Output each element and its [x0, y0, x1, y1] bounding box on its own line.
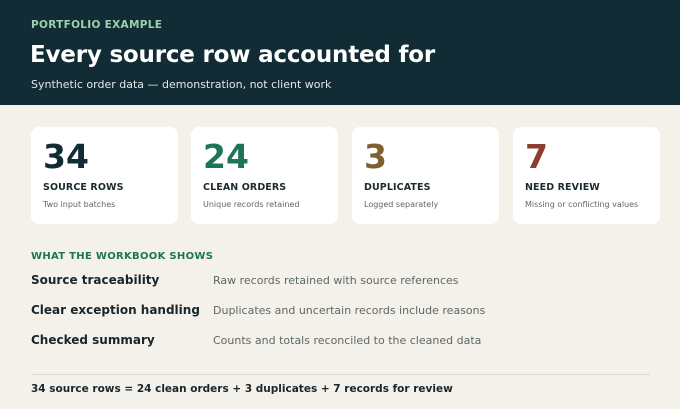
eyebrow-label: PORTFOLIO EXAMPLE [31, 19, 163, 31]
stat-value: 3 [364, 137, 387, 176]
stat-value: 7 [525, 137, 548, 176]
feature-description: Duplicates and uncertain records include… [213, 304, 486, 317]
stat-card-source-rows: 34 SOURCE ROWS Two input batches [31, 127, 178, 224]
summary-equation: 34 source rows = 24 clean orders + 3 dup… [31, 383, 453, 395]
feature-description: Counts and totals reconciled to the clea… [213, 334, 482, 347]
feature-row-source-traceability: Source traceability Raw records retained… [0, 273, 680, 293]
feature-row-exception-handling: Clear exception handling Duplicates and … [0, 303, 680, 323]
stat-label: CLEAN ORDERS [203, 182, 287, 193]
feature-label: Checked summary [31, 333, 155, 347]
stat-card-duplicates: 3 DUPLICATES Logged separately [352, 127, 499, 224]
stat-card-clean-orders: 24 CLEAN ORDERS Unique records retained [191, 127, 338, 224]
stat-description: Unique records retained [203, 200, 300, 209]
feature-row-checked-summary: Checked summary Counts and totals reconc… [0, 333, 680, 353]
stat-description: Two input batches [43, 200, 116, 209]
hero-header: PORTFOLIO EXAMPLE Every source row accou… [0, 0, 680, 105]
stat-value: 34 [43, 137, 89, 176]
section-heading: WHAT THE WORKBOOK SHOWS [31, 251, 214, 262]
page-subtitle: Synthetic order data — demonstration, no… [31, 78, 332, 91]
feature-label: Source traceability [31, 273, 160, 287]
divider [31, 374, 650, 375]
stat-label: DUPLICATES [364, 182, 431, 193]
page-title: Every source row accounted for [30, 42, 436, 68]
stat-description: Logged separately [364, 200, 439, 209]
stat-card-need-review: 7 NEED REVIEW Missing or conflicting val… [513, 127, 660, 224]
stat-description: Missing or conflicting values [525, 200, 639, 209]
stat-label: SOURCE ROWS [43, 182, 124, 193]
feature-description: Raw records retained with source referen… [213, 274, 459, 287]
stat-value: 24 [203, 137, 249, 176]
feature-label: Clear exception handling [31, 303, 200, 317]
stat-label: NEED REVIEW [525, 182, 600, 193]
